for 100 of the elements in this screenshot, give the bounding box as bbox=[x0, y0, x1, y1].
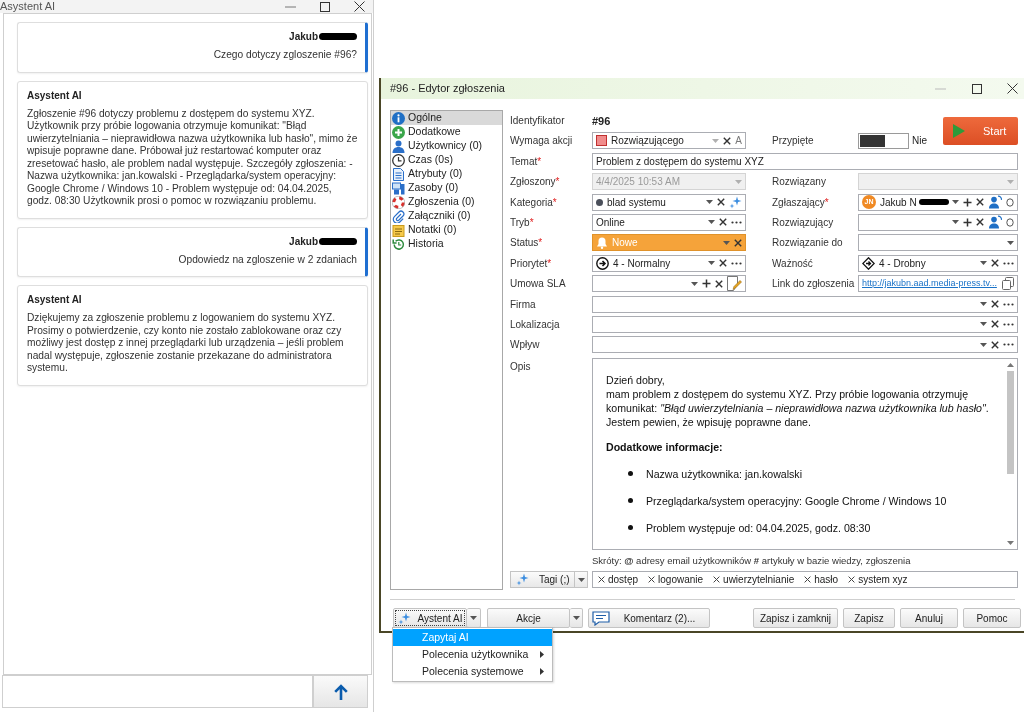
clear-icon[interactable] bbox=[991, 300, 999, 308]
severity-dropdown[interactable]: 4 - Drobny bbox=[858, 254, 1018, 272]
action-button[interactable]: Zapisz i zamknij bbox=[753, 608, 838, 628]
tags-field[interactable]: dostęp logowanie uwierzytelnianie hasło system xyz bbox=[592, 571, 1018, 589]
plus-icon[interactable] bbox=[963, 217, 972, 227]
scroll-down-icon[interactable] bbox=[1007, 540, 1014, 545]
caret-icon[interactable] bbox=[723, 240, 730, 245]
priority-dropdown[interactable]: 4 - Normalny bbox=[592, 254, 746, 272]
dropdown-field[interactable] bbox=[592, 295, 1018, 313]
scrollbar-thumb[interactable] bbox=[1007, 370, 1014, 474]
tag[interactable]: uwierzytelnianie bbox=[713, 572, 795, 588]
caret-icon[interactable] bbox=[1007, 240, 1014, 245]
caret-icon[interactable] bbox=[577, 577, 585, 582]
ai-assistant-button[interactable]: Aystent AI bbox=[393, 608, 467, 628]
close-icon[interactable] bbox=[354, 1, 365, 12]
sparkle-icon[interactable] bbox=[397, 611, 411, 625]
comment-button[interactable]: Komentarz (2)... bbox=[588, 608, 710, 628]
caret-icon[interactable] bbox=[572, 616, 580, 620]
more-icon[interactable] bbox=[1003, 261, 1014, 265]
nav-item[interactable]: Dodatkowe bbox=[391, 125, 502, 139]
caret-icon[interactable] bbox=[691, 281, 698, 286]
start-button[interactable]: Start bbox=[943, 116, 1018, 145]
nav-item[interactable]: Czas (0s) bbox=[391, 153, 502, 167]
nav-item[interactable]: Zgłoszenia (0) bbox=[391, 195, 502, 209]
clear-icon[interactable] bbox=[991, 340, 999, 349]
clear-icon[interactable] bbox=[991, 259, 999, 268]
more-icon[interactable] bbox=[1003, 302, 1014, 306]
plus-icon[interactable] bbox=[963, 197, 972, 207]
link-field[interactable]: http://jakubn.aad.media-press.tv... bbox=[858, 275, 1018, 293]
dropdown-field[interactable] bbox=[592, 315, 1018, 333]
maximize-icon[interactable] bbox=[972, 83, 982, 94]
clear-icon[interactable] bbox=[715, 279, 723, 288]
plus-icon[interactable] bbox=[702, 279, 711, 289]
caret-icon[interactable] bbox=[980, 322, 987, 327]
person-icon[interactable] bbox=[988, 215, 1002, 230]
split-dropdown-button[interactable] bbox=[570, 608, 583, 628]
nav-item[interactable]: Atrybuty (0) bbox=[391, 167, 502, 181]
link[interactable]: http://jakubn.aad.media-press.tv... bbox=[862, 276, 997, 291]
remove-icon[interactable] bbox=[648, 576, 656, 584]
maximize-icon[interactable] bbox=[320, 1, 330, 12]
clear-icon[interactable] bbox=[719, 259, 727, 268]
menu-item[interactable]: Polecenia użytkownika bbox=[393, 646, 552, 663]
person-dropdown[interactable] bbox=[858, 213, 1018, 231]
action-button[interactable]: Zapisz bbox=[843, 608, 895, 628]
scroll-up-icon[interactable] bbox=[1007, 362, 1014, 367]
caret-icon[interactable] bbox=[708, 261, 715, 266]
nav-item[interactable]: Załączniki (0) bbox=[391, 209, 502, 223]
caret-icon[interactable] bbox=[980, 261, 987, 266]
letter-label[interactable]: A bbox=[735, 133, 742, 149]
message-input[interactable] bbox=[2, 675, 313, 708]
clear-icon[interactable] bbox=[723, 136, 732, 145]
caret-icon[interactable] bbox=[980, 302, 987, 306]
clear-icon[interactable] bbox=[717, 198, 725, 207]
caret-icon[interactable] bbox=[952, 220, 959, 225]
dropdown-field[interactable] bbox=[592, 275, 746, 293]
dropdown-field[interactable] bbox=[592, 336, 1018, 354]
tag[interactable]: logowanie bbox=[648, 572, 704, 588]
remove-icon[interactable] bbox=[598, 576, 605, 584]
nav-item[interactable]: Zasoby (0) bbox=[391, 181, 502, 195]
copy-icon[interactable] bbox=[1002, 277, 1014, 291]
split-dropdown-button[interactable] bbox=[467, 608, 481, 628]
sparkle-icon[interactable] bbox=[516, 573, 529, 587]
clear-icon[interactable] bbox=[734, 238, 742, 247]
nav-item[interactable]: Ogólne bbox=[391, 111, 502, 125]
more-icon[interactable] bbox=[731, 261, 742, 265]
remove-icon[interactable] bbox=[848, 576, 856, 584]
date-field[interactable] bbox=[858, 234, 1018, 252]
person-icon[interactable] bbox=[988, 195, 1002, 210]
nav-item[interactable]: Notatki (0) bbox=[391, 223, 502, 237]
tag[interactable]: dostęp bbox=[598, 572, 639, 588]
clear-icon[interactable] bbox=[719, 218, 727, 227]
clear-icon[interactable] bbox=[976, 198, 984, 207]
caret-icon[interactable] bbox=[952, 200, 959, 205]
caret-icon[interactable] bbox=[708, 220, 715, 225]
action-dropdown[interactable]: Rozwiązującego A bbox=[592, 132, 746, 150]
caret-icon[interactable] bbox=[470, 616, 477, 620]
nav-item[interactable]: Użytkownicy (0) bbox=[391, 139, 502, 153]
remove-icon[interactable] bbox=[713, 576, 721, 584]
tag[interactable]: hasło bbox=[804, 572, 839, 588]
action-button[interactable]: Anuluj bbox=[900, 608, 958, 628]
split-dropdown-button[interactable] bbox=[575, 571, 588, 589]
category-dropdown[interactable]: blad systemu bbox=[592, 193, 746, 211]
description-editor[interactable] bbox=[592, 357, 1018, 550]
more-icon[interactable] bbox=[1003, 322, 1014, 326]
note-pencil-icon[interactable] bbox=[727, 276, 742, 292]
dropdown-field[interactable]: Online bbox=[592, 213, 746, 231]
clear-icon[interactable] bbox=[991, 320, 999, 329]
nav-item[interactable]: Historia bbox=[391, 237, 502, 251]
close-icon[interactable] bbox=[1007, 83, 1018, 94]
action-button[interactable]: Pomoc bbox=[963, 608, 1021, 628]
tags-button[interactable]: Tagi (;) bbox=[510, 571, 575, 589]
tag[interactable]: system xyz bbox=[848, 572, 908, 588]
caret-icon[interactable] bbox=[980, 342, 987, 347]
toggle-switch[interactable] bbox=[858, 132, 909, 149]
text-field[interactable]: Problem z dostępem do systemu XYZ bbox=[592, 152, 1018, 170]
caret-icon[interactable] bbox=[706, 200, 713, 205]
send-button[interactable] bbox=[313, 675, 368, 708]
remove-icon[interactable] bbox=[804, 576, 812, 584]
more-icon[interactable] bbox=[731, 220, 742, 224]
more-icon[interactable] bbox=[1003, 343, 1014, 347]
